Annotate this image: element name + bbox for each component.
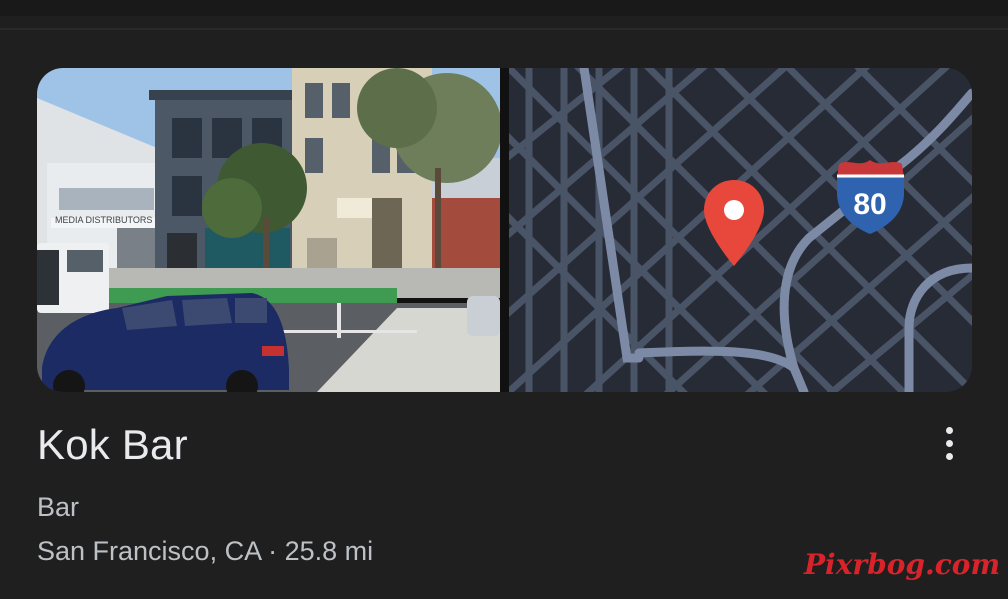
place-title: Kok Bar xyxy=(37,421,188,468)
more-vert-icon-dot xyxy=(945,452,953,460)
watermark: Pixrbog.com xyxy=(804,548,1001,581)
map-preview[interactable]: 80 xyxy=(509,68,972,392)
more-options-button[interactable] xyxy=(930,423,968,463)
top-divider xyxy=(0,28,1008,30)
shield-number: 80 xyxy=(853,188,886,221)
place-media[interactable]: MEDIA DISTRIBUTORS 80 xyxy=(37,68,972,392)
more-vert-icon xyxy=(945,426,953,434)
place-category: Bar xyxy=(37,492,80,522)
street-view-photo[interactable]: MEDIA DISTRIBUTORS xyxy=(37,68,500,392)
place-location-distance: San Francisco, CA · 25.8 mi xyxy=(37,536,374,566)
top-bar xyxy=(0,0,1008,16)
more-vert-icon-dot xyxy=(945,439,953,447)
storefront-sign: MEDIA DISTRIBUTORS xyxy=(55,215,152,225)
